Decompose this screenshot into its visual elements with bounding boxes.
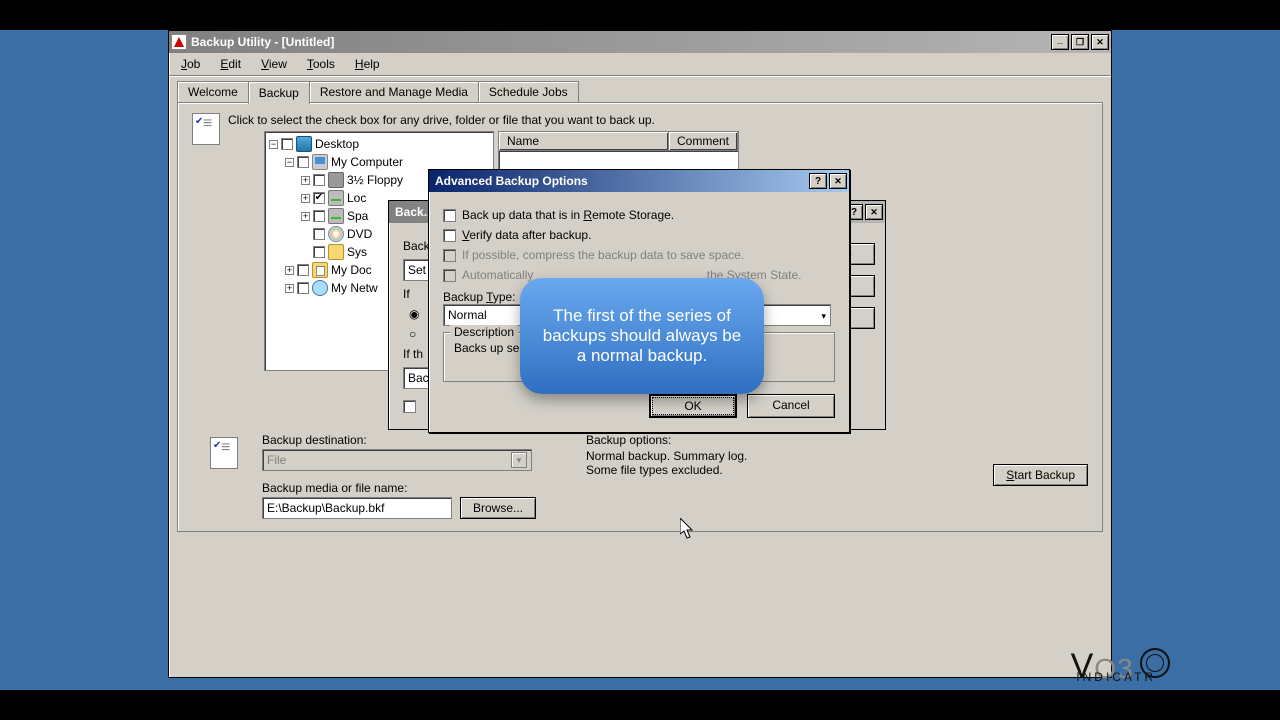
close-button[interactable] (829, 173, 847, 189)
tree-checkbox[interactable] (297, 282, 309, 294)
col-comment[interactable]: Comment (669, 132, 738, 150)
chevron-down-icon (511, 452, 527, 468)
close-button[interactable] (865, 204, 883, 220)
dest-combo: File (262, 449, 532, 471)
help-button[interactable] (809, 173, 827, 189)
chevron-down-icon[interactable] (821, 308, 826, 322)
letterbox-top (0, 0, 1280, 30)
expander-icon[interactable]: − (269, 140, 278, 149)
description-label: Description (450, 325, 518, 339)
computer-icon (312, 154, 328, 170)
behind-set-value: Set (408, 263, 426, 277)
desktop-icon (296, 136, 312, 152)
tree-checkbox[interactable] (313, 210, 325, 222)
cd-icon (328, 226, 344, 242)
tab-schedule[interactable]: Schedule Jobs (478, 81, 579, 103)
folder-icon (328, 244, 344, 260)
options-label: Backup options: (586, 433, 969, 447)
remote-storage-label: Back up data that is in Remote Storage. (462, 208, 835, 222)
adv-title: Advanced Backup Options (435, 174, 809, 188)
tree-my-computer[interactable]: My Computer (331, 155, 403, 169)
floppy-icon (328, 172, 344, 188)
list-header: Name Comment (498, 131, 739, 150)
verify-checkbox[interactable] (443, 229, 456, 242)
maximize-button[interactable] (1071, 34, 1089, 50)
tree-checkbox[interactable] (297, 156, 309, 168)
backup-type-value: Normal (448, 308, 487, 322)
expander-icon[interactable]: + (285, 266, 294, 275)
dest-value: File (267, 453, 286, 467)
tree-checkbox[interactable] (313, 228, 325, 240)
tab-backup[interactable]: Backup (248, 81, 310, 104)
menu-view[interactable]: View (257, 55, 291, 73)
adv-titlebar[interactable]: Advanced Backup Options (429, 170, 849, 192)
menu-tools[interactable]: Tools (303, 55, 339, 73)
destination-icon (210, 437, 238, 469)
close-button[interactable] (1091, 34, 1109, 50)
behind-backup-label: Back (403, 239, 430, 253)
tree-sys[interactable]: Sys (347, 245, 367, 259)
behind-ifth: If th (403, 347, 423, 361)
menubar: Job Edit View Tools Help (169, 53, 1111, 76)
network-icon (312, 280, 328, 296)
checklist-icon (192, 113, 220, 145)
tree-dvd[interactable]: DVD (347, 227, 372, 241)
start-backup-button[interactable]: Start Backup (993, 464, 1088, 486)
bottom-area: Backup destination: File Backup media or… (196, 431, 1102, 519)
tree-mynetwork[interactable]: My Netw (331, 281, 378, 295)
filename-label: Backup media or file name: (262, 481, 562, 495)
ok-button[interactable]: OK (649, 394, 737, 418)
menu-help[interactable]: Help (351, 55, 384, 73)
minimize-button[interactable] (1051, 34, 1069, 50)
letterbox-bottom (0, 690, 1280, 720)
tree-checkbox[interactable] (313, 174, 325, 186)
tabstrip: Welcome Backup Restore and Manage Media … (177, 81, 1103, 103)
tree-checkbox[interactable]: ✔ (313, 192, 325, 204)
dest-label: Backup destination: (262, 433, 562, 447)
menu-edit[interactable]: Edit (216, 55, 245, 73)
tree-checkbox[interactable] (297, 264, 309, 276)
compress-checkbox (443, 249, 456, 262)
expander-icon[interactable]: + (301, 194, 310, 203)
behind-checkbox[interactable] (403, 400, 416, 413)
tab-welcome[interactable]: Welcome (177, 81, 249, 103)
tree-checkbox[interactable] (313, 246, 325, 258)
compress-label: If possible, compress the backup data to… (462, 248, 835, 262)
tree-mydocs[interactable]: My Doc (331, 263, 372, 277)
titlebar[interactable]: Backup Utility - [Untitled] (169, 31, 1111, 53)
window-title: Backup Utility - [Untitled] (191, 35, 1051, 49)
expander-icon[interactable]: + (285, 284, 294, 293)
drive-icon (328, 208, 344, 224)
remote-storage-checkbox[interactable] (443, 209, 456, 222)
tree-desktop[interactable]: Desktop (315, 137, 359, 151)
expander-icon[interactable]: + (301, 176, 310, 185)
watermark: V O3 INDICATR (1071, 647, 1170, 686)
cursor-icon (680, 518, 696, 540)
behind-bac-value: Bac (408, 371, 429, 385)
col-name[interactable]: Name (499, 132, 669, 150)
filename-value: E:\Backup\Backup.bkf (267, 501, 384, 515)
instruction-text: Click to select the check box for any dr… (228, 113, 739, 127)
tab-restore[interactable]: Restore and Manage Media (309, 81, 479, 103)
browse-button[interactable]: Browse... (460, 497, 536, 519)
options-line1: Normal backup. Summary log. (586, 449, 969, 463)
tree-spare[interactable]: Spa (347, 209, 368, 223)
menu-job[interactable]: Job (177, 55, 204, 73)
drive-icon (328, 190, 344, 206)
tree-floppy[interactable]: 3½ Floppy (347, 173, 403, 187)
systemstate-checkbox (443, 269, 456, 282)
expander-icon[interactable]: − (285, 158, 294, 167)
filename-input[interactable]: E:\Backup\Backup.bkf (262, 497, 452, 519)
expander-icon[interactable]: + (301, 212, 310, 221)
verify-label: Verify data after backup. (462, 228, 835, 242)
tutorial-callout: The first of the series of backups shoul… (520, 278, 764, 394)
tree-checkbox[interactable] (281, 138, 293, 150)
watermark-sub: INDICATR (1076, 670, 1156, 684)
behind-if: If (403, 287, 410, 301)
documents-icon (312, 262, 328, 278)
tree-local[interactable]: Loc (347, 191, 366, 205)
cancel-button[interactable]: Cancel (747, 394, 835, 418)
app-icon (171, 34, 187, 50)
options-line2: Some file types excluded. (586, 463, 969, 477)
